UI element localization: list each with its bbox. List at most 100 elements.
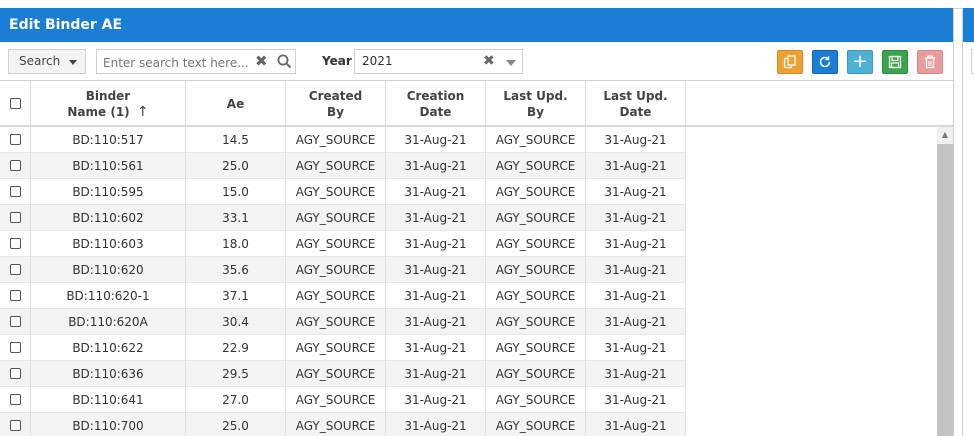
table-row[interactable]: BD:110:636 29.5 AGY_SOURCE 31-Aug-21 AGY_SOU… xyxy=(0,361,686,387)
binder-name-cell[interactable]: BD:110:620 xyxy=(31,257,186,283)
row-checkbox[interactable] xyxy=(9,238,21,249)
last-upd-by-cell[interactable]: AGY_SOURCE xyxy=(486,231,586,257)
binder-name-cell[interactable]: BD:110:620-1 xyxy=(31,283,186,309)
created-by-cell[interactable]: AGY_SOURCE xyxy=(286,309,386,335)
column-header-binder-name[interactable]: Binder Name (1) ↑ xyxy=(31,81,186,126)
created-by-cell[interactable]: AGY_SOURCE xyxy=(286,335,386,361)
created-by-cell[interactable]: AGY_SOURCE xyxy=(286,387,386,413)
last-upd-by-cell[interactable]: AGY_SOURCE xyxy=(486,127,586,153)
last-upd-by-cell[interactable]: AGY_SOURCE xyxy=(486,257,586,283)
table-row[interactable]: BD:110:620-1 37.1 AGY_SOURCE 31-Aug-21 AGY_S… xyxy=(0,283,686,309)
creation-date-cell[interactable]: 31-Aug-21 xyxy=(386,387,486,413)
last-upd-date-cell[interactable]: 31-Aug-21 xyxy=(586,257,686,283)
column-header-last-upd-date[interactable]: Last Upd. Date xyxy=(586,81,686,126)
last-upd-by-cell[interactable]: AGY_SOURCE xyxy=(486,335,586,361)
last-upd-by-cell[interactable]: AGY_SOURCE xyxy=(486,179,586,205)
last-upd-date-cell[interactable]: 31-Aug-21 xyxy=(586,283,686,309)
last-upd-date-cell[interactable]: 31-Aug-21 xyxy=(586,153,686,179)
created-by-cell[interactable]: AGY_SOURCE xyxy=(286,153,386,179)
binder-name-cell[interactable]: BD:110:595 xyxy=(31,179,186,205)
search-input[interactable] xyxy=(97,50,255,75)
binder-name-cell[interactable]: BD:110:622 xyxy=(31,335,186,361)
last-upd-date-cell[interactable]: 31-Aug-21 xyxy=(586,413,686,436)
table-row[interactable]: BD:110:561 25.0 AGY_SOURCE 31-Aug-21 AGY_SOU… xyxy=(0,153,686,179)
creation-date-cell[interactable]: 31-Aug-21 xyxy=(386,309,486,335)
row-checkbox[interactable] xyxy=(9,160,21,171)
binder-name-cell[interactable]: BD:110:517 xyxy=(31,127,186,153)
table-row[interactable]: BD:110:517 14.5 AGY_SOURCE 31-Aug-21 AGY_SOU… xyxy=(0,127,686,153)
row-checkbox[interactable] xyxy=(9,212,21,223)
ae-cell[interactable]: 25.0 xyxy=(186,413,286,436)
binder-name-cell[interactable]: BD:110:700 xyxy=(31,413,186,436)
binder-name-cell[interactable]: BD:110:602 xyxy=(31,205,186,231)
table-row[interactable]: BD:110:603 18.0 AGY_SOURCE 31-Aug-21 AGY_SOU… xyxy=(0,231,686,257)
ae-cell[interactable]: 18.0 xyxy=(186,231,286,257)
copy-button[interactable] xyxy=(777,50,803,74)
last-upd-date-cell[interactable]: 31-Aug-21 xyxy=(586,231,686,257)
creation-date-cell[interactable]: 31-Aug-21 xyxy=(386,335,486,361)
ae-cell[interactable]: 35.6 xyxy=(186,257,286,283)
creation-date-cell[interactable]: 31-Aug-21 xyxy=(386,283,486,309)
scroll-up-icon[interactable]: ▲ xyxy=(937,127,953,143)
last-upd-date-cell[interactable]: 31-Aug-21 xyxy=(586,361,686,387)
creation-date-cell[interactable]: 31-Aug-21 xyxy=(386,413,486,436)
table-row[interactable]: BD:110:602 33.1 AGY_SOURCE 31-Aug-21 AGY_SOU… xyxy=(0,205,686,231)
scroll-thumb[interactable] xyxy=(937,144,953,436)
last-upd-by-cell[interactable]: AGY_SOURCE xyxy=(486,205,586,231)
binder-name-cell[interactable]: BD:110:561 xyxy=(31,153,186,179)
row-checkbox[interactable] xyxy=(9,316,21,327)
vertical-scrollbar[interactable]: ▲ xyxy=(937,127,953,436)
binder-name-cell[interactable]: BD:110:641 xyxy=(31,387,186,413)
last-upd-date-cell[interactable]: 31-Aug-21 xyxy=(586,179,686,205)
last-upd-date-cell[interactable]: 31-Aug-21 xyxy=(586,387,686,413)
table-row[interactable]: BD:110:620 35.6 AGY_SOURCE 31-Aug-21 AGY_SOU… xyxy=(0,257,686,283)
creation-date-cell[interactable]: 31-Aug-21 xyxy=(386,231,486,257)
year-select[interactable]: 2021 ✖ xyxy=(354,49,523,74)
creation-date-cell[interactable]: 31-Aug-21 xyxy=(386,257,486,283)
last-upd-by-cell[interactable]: AGY_SOURCE xyxy=(486,361,586,387)
delete-button[interactable] xyxy=(917,50,943,74)
ae-cell[interactable]: 29.5 xyxy=(186,361,286,387)
binder-name-cell[interactable]: BD:110:620A xyxy=(31,309,186,335)
table-row[interactable]: BD:110:622 22.9 AGY_SOURCE 31-Aug-21 AGY_SOU… xyxy=(0,335,686,361)
row-checkbox[interactable] xyxy=(9,290,21,301)
created-by-cell[interactable]: AGY_SOURCE xyxy=(286,257,386,283)
row-checkbox[interactable] xyxy=(9,420,21,431)
ae-cell[interactable]: 30.4 xyxy=(186,309,286,335)
last-upd-date-cell[interactable]: 31-Aug-21 xyxy=(586,127,686,153)
search-mode-dropdown[interactable]: Search xyxy=(8,49,86,74)
refresh-button[interactable] xyxy=(812,50,838,74)
column-header-creation-date[interactable]: Creation Date xyxy=(386,81,486,126)
created-by-cell[interactable]: AGY_SOURCE xyxy=(286,361,386,387)
row-checkbox[interactable] xyxy=(9,342,21,353)
row-checkbox[interactable] xyxy=(9,368,21,379)
ae-cell[interactable]: 27.0 xyxy=(186,387,286,413)
last-upd-date-cell[interactable]: 31-Aug-21 xyxy=(586,309,686,335)
created-by-cell[interactable]: AGY_SOURCE xyxy=(286,283,386,309)
column-header-ae[interactable]: Ae xyxy=(186,81,286,126)
created-by-cell[interactable]: AGY_SOURCE xyxy=(286,179,386,205)
last-upd-by-cell[interactable]: AGY_SOURCE xyxy=(486,283,586,309)
created-by-cell[interactable]: AGY_SOURCE xyxy=(286,231,386,257)
clear-search-icon[interactable]: ✖ xyxy=(255,50,268,73)
creation-date-cell[interactable]: 31-Aug-21 xyxy=(386,153,486,179)
search-icon[interactable] xyxy=(277,54,292,73)
ae-cell[interactable]: 15.0 xyxy=(186,179,286,205)
creation-date-cell[interactable]: 31-Aug-21 xyxy=(386,205,486,231)
ae-cell[interactable]: 22.9 xyxy=(186,335,286,361)
created-by-cell[interactable]: AGY_SOURCE xyxy=(286,127,386,153)
last-upd-by-cell[interactable]: AGY_SOURCE xyxy=(486,153,586,179)
row-checkbox[interactable] xyxy=(9,264,21,275)
last-upd-date-cell[interactable]: 31-Aug-21 xyxy=(586,205,686,231)
select-all-checkbox[interactable] xyxy=(9,98,21,109)
table-row[interactable]: BD:110:700 25.0 AGY_SOURCE 31-Aug-21 AGY_SOU… xyxy=(0,413,686,436)
table-row[interactable]: BD:110:620A 30.4 AGY_SOURCE 31-Aug-21 AGY_SO… xyxy=(0,309,686,335)
clear-year-icon[interactable]: ✖ xyxy=(483,50,495,73)
creation-date-cell[interactable]: 31-Aug-21 xyxy=(386,179,486,205)
column-header-last-upd-by[interactable]: Last Upd. By xyxy=(486,81,586,126)
created-by-cell[interactable]: AGY_SOURCE xyxy=(286,413,386,436)
add-button[interactable]: + xyxy=(847,50,873,74)
row-checkbox[interactable] xyxy=(9,186,21,197)
chevron-down-icon[interactable] xyxy=(506,60,516,66)
ae-cell[interactable]: 33.1 xyxy=(186,205,286,231)
